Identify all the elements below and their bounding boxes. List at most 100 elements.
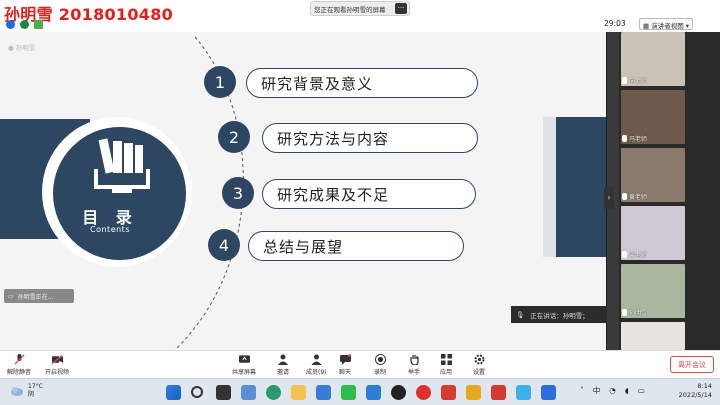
participant-video bbox=[621, 322, 685, 350]
toc-subtitle: Contents bbox=[90, 225, 130, 234]
view-mode-dropdown[interactable]: ▦ 演讲者视图 ▾ bbox=[639, 18, 694, 30]
status-icons bbox=[6, 20, 43, 29]
unmute-button[interactable]: 解除静音 bbox=[7, 354, 31, 376]
clock[interactable]: 8:14 2022/5/14 bbox=[679, 382, 712, 400]
view-mode-label: 演讲者视图 bbox=[651, 22, 684, 30]
weather-widget[interactable]: 17°C 阴 bbox=[10, 383, 43, 399]
more-options-button[interactable]: ··· bbox=[395, 3, 407, 14]
chat-label: 聊天 bbox=[339, 369, 352, 376]
collapse-gallery-button[interactable]: › bbox=[604, 187, 614, 209]
slide-right-band bbox=[556, 117, 606, 257]
raise-hand-button[interactable]: 举手 bbox=[408, 354, 420, 376]
hand-icon bbox=[409, 354, 420, 365]
top-bar: 孙明雪 2018010480 您正在观看孙明雪的屏幕 ··· 29:03 ▦ 演… bbox=[0, 0, 720, 32]
meeting-toolbar: 解除静音 开启视频 共享屏幕 邀请 成员(9) 聊天 录制 举手 应用 设置 离… bbox=[0, 350, 720, 378]
wechat-icon[interactable] bbox=[341, 385, 356, 400]
toc-number-3: 3 bbox=[222, 177, 254, 209]
app-red-icon[interactable] bbox=[441, 385, 456, 400]
share-screen-button[interactable]: 共享屏幕 bbox=[232, 354, 256, 376]
system-tray: ˄ 中 ◔ ◖ ▭ bbox=[580, 385, 645, 396]
netease-music-icon[interactable] bbox=[416, 385, 431, 400]
cloud-icon bbox=[11, 387, 23, 396]
screen: 孙明雪 2018010480 您正在观看孙明雪的屏幕 ··· 29:03 ▦ 演… bbox=[0, 0, 720, 405]
store-icon[interactable] bbox=[316, 385, 331, 400]
mic-icon bbox=[622, 308, 627, 316]
invite-label: 邀请 bbox=[277, 369, 290, 376]
weather-condition: 阴 bbox=[28, 391, 35, 398]
participants-button[interactable]: 成员(9) bbox=[306, 354, 327, 376]
shield-icon[interactable] bbox=[20, 20, 29, 29]
toc-item-label: 研究方法与内容 bbox=[277, 129, 390, 148]
wifi-icon[interactable]: ◔ bbox=[609, 386, 616, 395]
mic-muted-icon bbox=[14, 354, 25, 365]
qq-icon[interactable] bbox=[391, 385, 406, 400]
settings-button[interactable]: 设置 bbox=[473, 354, 485, 376]
mic-icon bbox=[622, 76, 627, 84]
chevron-down-icon: ▾ bbox=[685, 22, 690, 30]
record-icon bbox=[374, 354, 386, 365]
participants-label: 成员(9) bbox=[306, 369, 327, 376]
book-icon bbox=[94, 138, 150, 193]
chat-button[interactable]: 聊天 bbox=[339, 354, 351, 376]
apps-icon bbox=[440, 354, 452, 365]
signal-icon[interactable] bbox=[34, 20, 43, 29]
apps-button[interactable]: 应用 bbox=[440, 354, 452, 376]
participant-name: 梁老师 bbox=[629, 251, 648, 259]
mic-icon: 🎙 bbox=[516, 310, 525, 319]
add-user-icon bbox=[277, 354, 289, 365]
mic-icon bbox=[622, 192, 627, 200]
view-mode-icon: ▦ bbox=[643, 22, 652, 30]
participant-tile[interactable]: 马老师 bbox=[621, 90, 685, 144]
wps-icon[interactable] bbox=[491, 385, 506, 400]
toc-item-3: 研究成果及不足 bbox=[262, 179, 476, 209]
start-video-button[interactable]: 开启视频 bbox=[45, 354, 69, 376]
floating-mini-window[interactable]: ▭ 孙明雪正在... bbox=[4, 289, 74, 303]
participant-name-tag: 马老师 bbox=[621, 133, 647, 143]
widgets-icon[interactable] bbox=[241, 385, 256, 400]
participant-tile[interactable]: 梁老师 bbox=[621, 206, 685, 260]
app-blue-icon[interactable] bbox=[541, 385, 556, 400]
task-view-icon[interactable] bbox=[216, 385, 231, 400]
info-icon[interactable] bbox=[6, 20, 15, 29]
chevron-up-icon[interactable]: ˄ bbox=[580, 386, 584, 395]
record-button[interactable]: 录制 bbox=[374, 354, 386, 376]
toc-item-2: 研究方法与内容 bbox=[262, 123, 478, 153]
ime-indicator[interactable]: 中 bbox=[593, 385, 601, 396]
settings-label: 设置 bbox=[473, 369, 486, 376]
participant-tile[interactable]: 孙明雪 bbox=[621, 264, 685, 318]
leave-meeting-button[interactable]: 离开会议 bbox=[670, 356, 714, 373]
search-icon[interactable] bbox=[191, 386, 203, 398]
mic-icon bbox=[622, 250, 627, 258]
volume-icon[interactable]: ◖ bbox=[625, 386, 629, 395]
share-screen-icon bbox=[238, 354, 250, 365]
vscode-icon[interactable] bbox=[366, 385, 381, 400]
participant-tile[interactable] bbox=[621, 322, 685, 350]
shared-screen: ● 孙明雪 目 录 Contents 研究背景及意义 1 研究方法与内容 2 研… bbox=[0, 32, 606, 350]
chrome-icon[interactable] bbox=[466, 385, 481, 400]
tencent-meeting-icon[interactable] bbox=[516, 385, 531, 400]
toc-item-label: 研究成果及不足 bbox=[277, 185, 390, 204]
speaking-label: 正在讲话：孙明雪； bbox=[530, 311, 589, 320]
file-explorer-icon[interactable] bbox=[291, 385, 306, 400]
participant-name: 马老师 bbox=[629, 135, 648, 143]
speaking-indicator: 🎙 正在讲话：孙明雪； bbox=[511, 306, 607, 323]
toc-item-label: 研究背景及意义 bbox=[261, 74, 374, 93]
participant-name-tag: 梁老师 bbox=[621, 249, 647, 259]
windows-taskbar: 17°C 阴 ˄ 中 ◔ ◖ ▭ 8:14 2022/5/14 bbox=[0, 378, 720, 405]
record-label: 录制 bbox=[374, 369, 387, 376]
start-icon[interactable] bbox=[166, 385, 181, 400]
apps-label: 应用 bbox=[440, 369, 453, 376]
chat-icon bbox=[339, 354, 351, 365]
toc-item-1: 研究背景及意义 bbox=[246, 68, 478, 98]
raise-hand-label: 举手 bbox=[408, 369, 421, 376]
battery-icon[interactable]: ▭ bbox=[638, 386, 645, 395]
speaker-indicator-name: 孙明雪 bbox=[15, 44, 36, 52]
participant-tile[interactable]: 向老师 bbox=[621, 32, 685, 86]
screen-sharing-banner[interactable]: 您正在观看孙明雪的屏幕 ··· bbox=[310, 1, 410, 16]
mini-window-label: 孙明雪正在... bbox=[17, 293, 54, 301]
participant-tile[interactable]: 黄老师 bbox=[621, 148, 685, 202]
participant-gallery: 向老师 马老师 黄老师 梁老师 孙明雪 bbox=[607, 32, 720, 350]
invite-button[interactable]: 邀请 bbox=[277, 354, 289, 376]
participant-name-tag: 孙明雪 bbox=[621, 307, 647, 317]
edge-icon[interactable] bbox=[266, 385, 281, 400]
